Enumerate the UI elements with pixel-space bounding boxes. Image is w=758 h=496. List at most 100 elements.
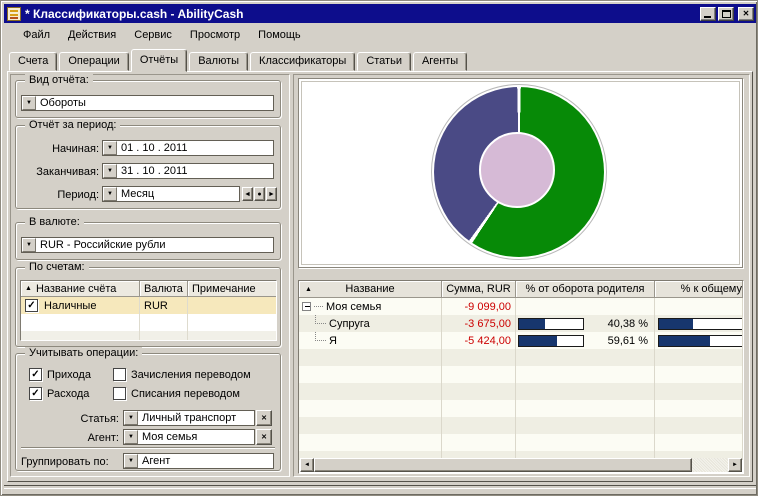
dropdown-icon[interactable]: ▼ bbox=[124, 454, 138, 468]
period-step-label: Период: bbox=[19, 189, 99, 201]
tab-6[interactable]: Агенты bbox=[413, 52, 467, 71]
parent-percent-value: 40,38 % bbox=[608, 318, 648, 330]
article-clear-button[interactable]: ✕ bbox=[256, 410, 272, 426]
dropdown-icon[interactable]: ▼ bbox=[124, 411, 138, 425]
report-row-empty bbox=[299, 400, 743, 417]
agent-clear-button[interactable]: ✕ bbox=[256, 429, 272, 445]
col-name-header[interactable]: ▲ Название bbox=[299, 281, 442, 298]
report-table-header: ▲ Название Сумма, RUR % от оборота родит… bbox=[299, 281, 743, 298]
menu-item-2[interactable]: Сервис bbox=[126, 27, 180, 43]
menu-item-3[interactable]: Просмотр bbox=[182, 27, 248, 43]
row-name: Моя семья bbox=[326, 301, 381, 313]
tab-4[interactable]: Классификаторы bbox=[250, 52, 355, 71]
menu-item-1[interactable]: Действия bbox=[60, 27, 124, 43]
checkbox-checked[interactable]: ✓ bbox=[29, 368, 42, 381]
donut-center bbox=[479, 132, 555, 208]
tab-2[interactable]: Отчёты bbox=[131, 49, 187, 72]
group-accounts-label: По счетам: bbox=[25, 261, 89, 273]
menu-item-4[interactable]: Помощь bbox=[250, 27, 309, 43]
currency-value: RUR - Российские рубли bbox=[36, 238, 168, 252]
horizontal-scrollbar: ◄ ► bbox=[300, 458, 742, 472]
dropdown-icon[interactable]: ▼ bbox=[103, 164, 117, 178]
account-row-cash[interactable]: ✓ Наличные RUR bbox=[21, 297, 276, 314]
checkbox-unchecked[interactable] bbox=[113, 387, 126, 400]
app-window: * Классификаторы.cash - AbilityCash ✕ Фа… bbox=[0, 0, 758, 496]
group-operations-label: Учитывать операции: bbox=[25, 347, 142, 359]
tab-3[interactable]: Валюты bbox=[189, 52, 248, 71]
checkbox-label: Прихода bbox=[47, 369, 91, 381]
end-date-field[interactable]: ▼ 31 . 10 . 2011 bbox=[102, 163, 274, 179]
article-combo[interactable]: ▼ Личный транспорт bbox=[123, 410, 255, 426]
donut-slices bbox=[434, 87, 604, 257]
period-step-combo[interactable]: ▼ Месяц bbox=[102, 186, 240, 202]
minimize-icon bbox=[704, 16, 711, 18]
checkbox-label: Расхода bbox=[47, 388, 89, 400]
scroll-left-button[interactable]: ◄ bbox=[300, 458, 314, 472]
report-row-empty bbox=[299, 366, 743, 383]
close-button[interactable]: ✕ bbox=[738, 7, 754, 21]
account-row-empty bbox=[21, 314, 276, 331]
account-currency: RUR bbox=[140, 297, 188, 314]
report-table: ▲ Название Сумма, RUR % от оборота родит… bbox=[298, 280, 744, 474]
operation-checkbox-2[interactable]: ✓ Расхода bbox=[29, 387, 89, 400]
operation-checkbox-1[interactable]: Зачисления переводом bbox=[113, 368, 251, 381]
dropdown-icon[interactable]: ▼ bbox=[22, 96, 36, 110]
tab-0[interactable]: Счета bbox=[9, 52, 57, 71]
checkbox-unchecked[interactable] bbox=[113, 368, 126, 381]
tab-strip: СчетаОперацииОтчётыВалютыКлассификаторыС… bbox=[9, 48, 469, 71]
currency-combo[interactable]: ▼ RUR - Российские рубли bbox=[21, 237, 274, 253]
col-sum-header[interactable]: Сумма, RUR bbox=[442, 281, 516, 298]
row-sum: -5 424,00 bbox=[465, 335, 511, 347]
separator bbox=[21, 447, 275, 449]
tab-5[interactable]: Статьи bbox=[357, 52, 411, 71]
scroll-right-button[interactable]: ► bbox=[728, 458, 742, 472]
group-currency-label: В валюте: bbox=[25, 216, 84, 228]
group-by-label: Группировать по: bbox=[21, 456, 109, 468]
dropdown-icon[interactable]: ▼ bbox=[103, 141, 117, 155]
dropdown-icon[interactable]: ▼ bbox=[124, 430, 138, 444]
minimize-button[interactable] bbox=[700, 7, 716, 21]
report-table-body: Моя семья-9 099,00Супруга-3 675,0040,38 … bbox=[299, 298, 743, 460]
start-date-field[interactable]: ▼ 01 . 10 . 2011 bbox=[102, 140, 274, 156]
agent-label: Агент: bbox=[31, 432, 119, 444]
article-value: Личный транспорт bbox=[138, 411, 238, 425]
report-row[interactable]: Моя семья-9 099,00 bbox=[299, 298, 743, 315]
checkbox-label: Списания переводом bbox=[131, 388, 240, 400]
col-parent-percent-header[interactable]: % от оборота родителя bbox=[516, 281, 655, 298]
end-date-label: Заканчивая: bbox=[19, 166, 99, 178]
maximize-button[interactable] bbox=[718, 7, 734, 21]
scroll-trough[interactable] bbox=[692, 458, 728, 472]
accounts-col-currency[interactable]: Валюта bbox=[140, 281, 188, 297]
report-row[interactable]: Я-5 424,0059,61 % bbox=[299, 332, 743, 349]
col-total-percent-header[interactable]: % к общему bbox=[655, 281, 743, 298]
accounts-col-name[interactable]: ▲ Название счёта bbox=[21, 281, 140, 297]
operation-checkbox-3[interactable]: Списания переводом bbox=[113, 387, 240, 400]
tab-1[interactable]: Операции bbox=[59, 52, 128, 71]
tree-collapse-box[interactable] bbox=[302, 302, 311, 311]
accounts-table-header: ▲ Название счёта Валюта Примечание bbox=[21, 281, 276, 297]
next-period-button[interactable]: ► bbox=[266, 187, 277, 201]
menu-item-0[interactable]: Файл bbox=[15, 27, 58, 43]
report-row-empty bbox=[299, 349, 743, 366]
agent-value: Моя семья bbox=[138, 430, 199, 444]
dropdown-icon[interactable]: ▼ bbox=[22, 238, 36, 252]
account-checkbox[interactable]: ✓ bbox=[25, 299, 38, 312]
parent-percent-bar bbox=[518, 318, 584, 330]
checkbox-checked[interactable]: ✓ bbox=[29, 387, 42, 400]
prev-period-button[interactable]: ◄ bbox=[242, 187, 253, 201]
current-period-button[interactable]: ● bbox=[254, 187, 265, 201]
tree-branch bbox=[315, 315, 326, 324]
group-by-combo[interactable]: ▼ Агент bbox=[123, 453, 274, 469]
tree-dots bbox=[314, 306, 323, 307]
dropdown-icon[interactable]: ▼ bbox=[103, 187, 117, 201]
report-type-combo[interactable]: ▼ Обороты bbox=[21, 95, 274, 111]
start-date-value: 01 . 10 . 2011 bbox=[117, 141, 189, 155]
app-icon bbox=[7, 7, 21, 21]
scroll-thumb[interactable] bbox=[314, 458, 692, 472]
accounts-col-note[interactable]: Примечание bbox=[188, 281, 276, 297]
operation-checkbox-0[interactable]: ✓ Прихода bbox=[29, 368, 91, 381]
report-row[interactable]: Супруга-3 675,0040,38 % bbox=[299, 315, 743, 332]
report-row-empty bbox=[299, 434, 743, 451]
donut-chart bbox=[431, 84, 607, 260]
agent-combo[interactable]: ▼ Моя семья bbox=[123, 429, 255, 445]
